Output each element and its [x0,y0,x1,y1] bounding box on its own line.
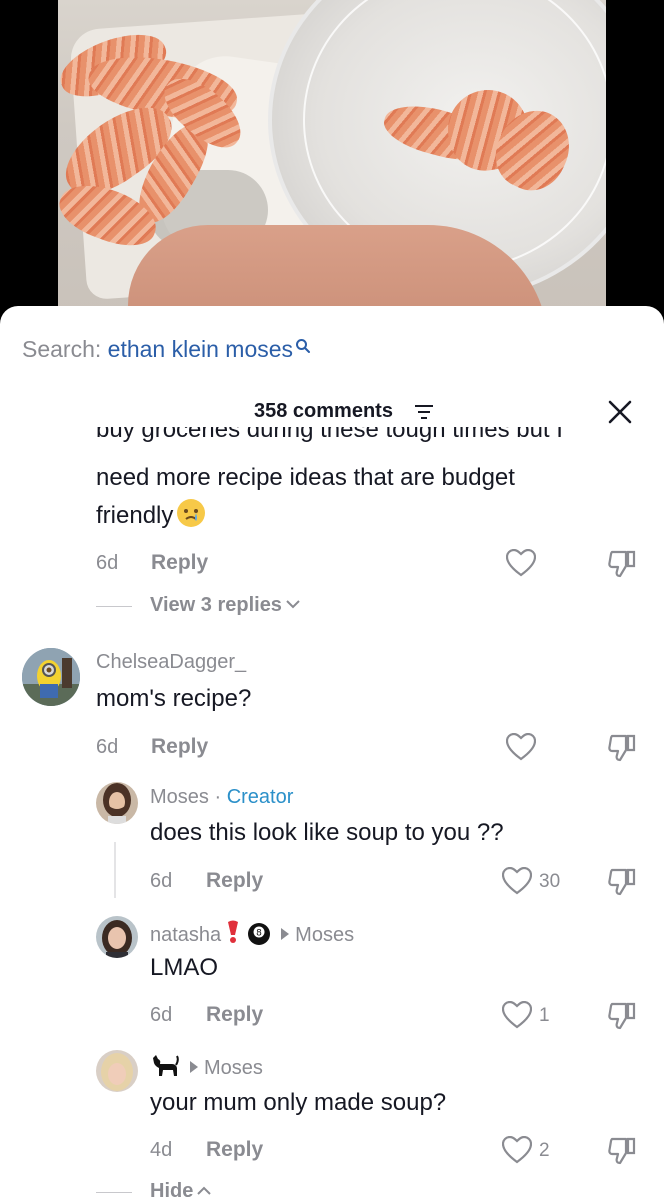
reply-arrow-icon [190,1061,198,1073]
divider [96,1192,132,1193]
comments-count: 358 comments [254,400,393,422]
clipped-line: buy groceries during these tough times b… [96,427,563,443]
dislike-icon[interactable] [608,867,636,897]
heart-icon[interactable] [502,1001,532,1029]
view-replies-button[interactable]: View 3 replies [150,594,300,617]
close-icon[interactable] [606,398,634,426]
reply-username-line: Moses · Creator [150,786,293,809]
comment-username[interactable]: ChelseaDagger_ [96,651,246,674]
reply-username-line: natasha 8 Moses [150,920,354,947]
comment-text-clipped: buy groceries during these tough times b… [96,427,656,445]
sort-icon[interactable] [414,404,434,420]
like-count: 30 [539,871,561,892]
comments-sheet: Search: ethan klein moses 358 comments b… [0,306,664,1200]
comment-text-line: friendly [96,502,174,529]
avatar[interactable] [22,648,80,706]
heart-icon[interactable] [502,867,532,895]
hide-label: Hide [150,1180,194,1200]
video-player[interactable] [0,0,664,320]
reply-to-user[interactable]: Moses [204,1057,263,1079]
comment-text-end: friendly [96,498,206,534]
reply-button[interactable]: Reply [151,735,208,759]
reply-username-line: Moses [150,1054,263,1080]
reply-text: your mum only made soup? [150,1089,447,1116]
comment-text: mom's recipe? [96,685,252,712]
dislike-icon[interactable] [608,549,636,579]
reply-button[interactable]: Reply [206,869,263,893]
reply-time: 4d [150,1139,173,1161]
comments-header: 358 comments [0,398,664,428]
search-icon[interactable] [295,338,311,354]
reply-arrow-icon [281,928,290,940]
reply-username[interactable]: natasha [150,924,221,946]
eight-ball-icon: 8 [248,923,271,945]
reply-text: LMAO [150,954,219,981]
chevron-up-icon [197,1186,212,1195]
avatar[interactable] [96,782,138,824]
creator-badge: Creator [226,786,294,808]
reply-to-user[interactable]: Moses [295,924,354,946]
like-count: 1 [539,1005,550,1026]
dislike-icon[interactable] [608,1136,636,1166]
dislike-icon[interactable] [608,733,636,763]
avatar[interactable] [96,1050,138,1092]
hide-replies-button[interactable]: Hide [150,1180,212,1200]
search-term[interactable]: ethan klein moses [108,336,293,362]
search-suggestion[interactable]: Search: ethan klein moses [22,336,311,363]
divider [96,606,132,607]
comment-time: 6d [96,736,119,758]
heart-icon[interactable] [502,1136,532,1164]
exclamation-icon [228,920,239,943]
like-count: 2 [539,1140,550,1161]
video-frame [58,0,606,320]
black-cat-icon[interactable] [150,1054,180,1078]
heart-icon[interactable] [506,549,536,577]
reply-button[interactable]: Reply [151,551,208,575]
thread-line [114,842,116,898]
reply-button[interactable]: Reply [206,1003,263,1027]
svg-text:8: 8 [256,929,262,939]
reply-text: does this look like soup to you ?? [150,819,504,846]
reply-time: 6d [150,1004,173,1026]
view-replies-label: View 3 replies [150,594,282,616]
search-prefix: Search: [22,336,108,362]
reply-username[interactable]: Moses [150,786,209,808]
chevron-down-icon [286,600,300,609]
crying-emoji-icon [177,499,206,527]
reply-button[interactable]: Reply [206,1138,263,1162]
reply-time: 6d [150,870,173,892]
dislike-icon[interactable] [608,1001,636,1031]
comment-text: need more recipe ideas that are budget [96,464,515,491]
avatar[interactable] [96,916,138,958]
comment-time: 6d [96,552,119,574]
separator: · [208,786,227,808]
heart-icon[interactable] [506,733,536,761]
